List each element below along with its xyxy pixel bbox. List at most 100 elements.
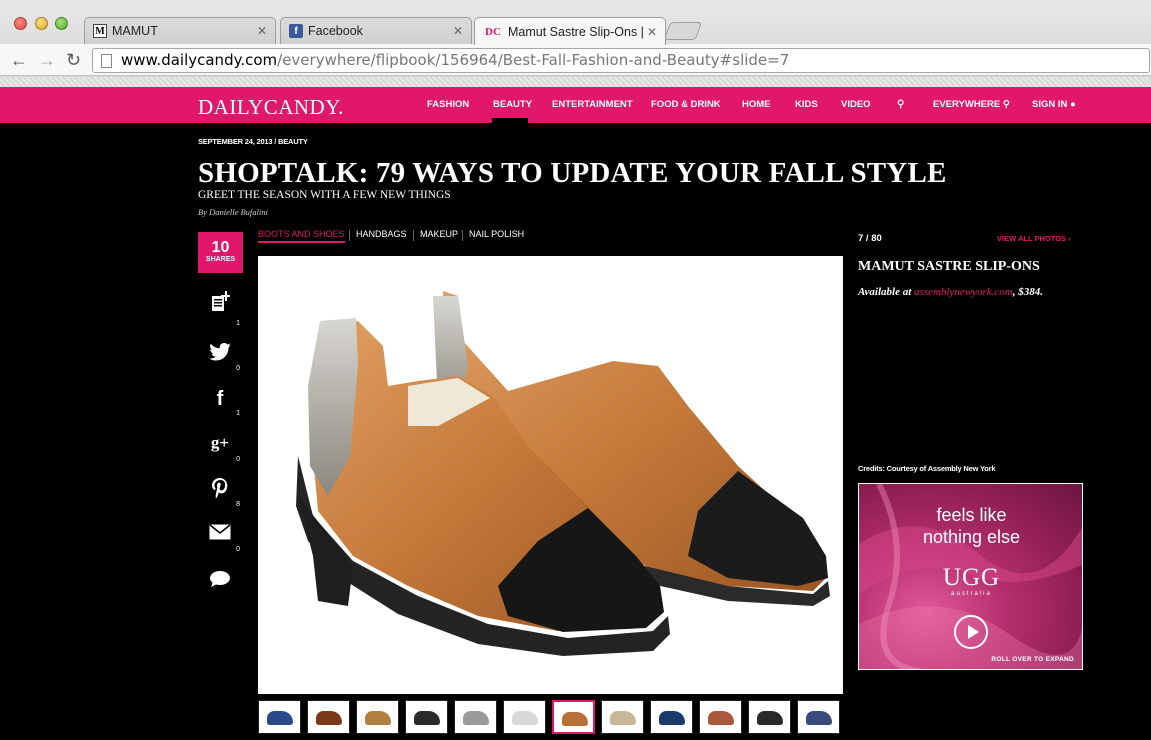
nav-sign-in-label: SIGN IN (1032, 99, 1068, 110)
thumbnail-shoe (365, 711, 391, 725)
tab-makeup[interactable]: MAKEUP (420, 229, 458, 239)
address-bar[interactable]: www.dailycandy.com/everywhere/flipbook/1… (92, 48, 1150, 73)
new-tab-button[interactable] (663, 22, 703, 40)
tab-label: Mamut Sastre Slip-Ons | Be (508, 24, 643, 39)
author-name[interactable]: Danielle Bufalini (209, 207, 268, 217)
thumbnail[interactable] (650, 700, 693, 734)
thumbnail[interactable] (601, 700, 644, 734)
thumbnail[interactable] (258, 700, 301, 734)
twitter-icon[interactable] (206, 342, 234, 365)
browser-tab-facebook[interactable]: f Facebook ✕ (280, 17, 472, 44)
back-arrow-icon[interactable]: ← (10, 50, 28, 70)
clipboard-add-icon[interactable] (206, 291, 234, 313)
view-all-label: VIEW ALL PHOTOS (997, 234, 1067, 243)
thumbnail[interactable] (552, 700, 595, 734)
thumbnail-shoe (806, 711, 832, 725)
share-count: 10 (211, 239, 230, 256)
nav-entertainment[interactable]: ENTERTAINMENT (552, 99, 633, 110)
item-availability: Available at assemblynewyork.com, $384. (858, 286, 1043, 298)
view-all-photos-link[interactable]: VIEW ALL PHOTOS › (997, 234, 1071, 243)
email-icon[interactable] (206, 524, 234, 546)
site-logo[interactable]: DAILYCANDY. (198, 95, 344, 120)
tab-handbags[interactable]: HANDBAGS (356, 229, 407, 239)
article-date: SEPTEMBER 24, 2013 (198, 137, 273, 146)
share-label: SHARES (205, 256, 236, 263)
price: , $384. (1012, 286, 1043, 298)
tab-close-icon[interactable]: ✕ (647, 25, 657, 39)
nav-home[interactable]: HOME (742, 99, 771, 110)
nav-sign-in[interactable]: SIGN IN ● (1032, 99, 1076, 110)
nav-video[interactable]: VIDEO (841, 99, 871, 110)
thumbnail[interactable] (356, 700, 399, 734)
comment-icon[interactable] (206, 570, 234, 592)
zoom-window-button[interactable] (55, 17, 68, 30)
thumbnail[interactable] (405, 700, 448, 734)
facebook-favicon-icon: f (289, 24, 303, 38)
minimize-window-button[interactable] (35, 17, 48, 30)
url-path: /everywhere/flipbook/156964/Best-Fall-Fa… (277, 51, 790, 69)
tab-separator (349, 230, 350, 241)
thumbnail[interactable] (503, 700, 546, 734)
tab-boots-and-shoes[interactable]: BOOTS AND SHOES (258, 229, 345, 243)
article-meta: SEPTEMBER 24, 2013 / BEAUTY (198, 137, 308, 146)
page-title: SHOPTALK: 79 WAYS TO UPDATE YOUR FALL ST… (198, 157, 947, 189)
pinterest-icon[interactable] (206, 478, 234, 500)
location-pin-icon: ⚲ (1002, 99, 1010, 110)
article-section[interactable]: BEAUTY (278, 137, 308, 146)
nav-everywhere-label: EVERYWHERE (933, 99, 1001, 110)
byline: By Danielle Bufalini (198, 207, 268, 217)
search-icon[interactable]: ⚲ (897, 99, 904, 110)
thumbnail-shoe (414, 711, 440, 725)
thumbnail[interactable] (307, 700, 350, 734)
reload-icon[interactable]: ↻ (66, 50, 81, 70)
byline-prefix: By (198, 207, 207, 217)
article-dek: GREET THE SEASON WITH A FEW NEW THINGS (198, 189, 451, 201)
ad-cta: ROLL OVER TO EXPAND (991, 656, 1074, 663)
page-icon (101, 54, 112, 68)
ugg-logo: UGG (942, 564, 1001, 591)
ad-headline-2: nothing else (922, 527, 1021, 547)
thumbnail-shoe (757, 711, 783, 725)
thumbnail-shoe (659, 711, 685, 725)
close-window-button[interactable] (14, 17, 27, 30)
tab-separator (413, 230, 414, 241)
pinterest-count: 8 (236, 501, 240, 508)
thumbnail[interactable] (699, 700, 742, 734)
facebook-icon[interactable]: f (206, 388, 234, 410)
nav-everywhere[interactable]: EVERYWHERE ⚲ (933, 99, 1010, 110)
thumbnail[interactable] (454, 700, 497, 734)
browser-toolbar: ← → ↻ www.dailycandy.com/everywhere/flip… (0, 44, 1151, 76)
google-plus-count: 0 (236, 456, 240, 463)
nav-beauty[interactable]: BEAUTY (493, 99, 532, 110)
nav-kids[interactable]: KIDS (795, 99, 818, 110)
tab-close-icon[interactable]: ✕ (257, 24, 267, 38)
email-count: 0 (236, 546, 240, 553)
nav-fashion[interactable]: FASHION (427, 99, 469, 110)
thumbnail-shoe (708, 711, 734, 725)
thumbnail-shoe (463, 711, 489, 725)
browser-tab-dailycandy[interactable]: DC Mamut Sastre Slip-Ons | Be ✕ (474, 17, 666, 45)
play-icon[interactable] (954, 615, 988, 649)
browser-tab-mamut[interactable]: M MAMUT ✕ (84, 17, 276, 44)
retailer-link[interactable]: assemblynewyork.com (914, 286, 1013, 298)
nav-food-drink[interactable]: FOOD & DRINK (651, 99, 721, 110)
available-prefix: Available at (858, 286, 912, 298)
facebook-count: 1 (236, 410, 240, 417)
ugg-advertisement[interactable]: feels like nothing else UGG australia RO… (858, 483, 1083, 670)
thumbnail-shoe (316, 711, 342, 725)
nav-active-indicator (492, 118, 528, 123)
forward-arrow-icon[interactable]: → (38, 50, 56, 70)
thumbnail-shoe (512, 711, 538, 725)
item-title: MAMUT SASTRE SLIP-ONS (858, 259, 1040, 274)
shoes-illustration (296, 291, 830, 656)
product-photo[interactable] (258, 256, 843, 694)
tab-nail-polish[interactable]: NAIL POLISH (469, 229, 524, 239)
thumbnail[interactable] (797, 700, 840, 734)
toolbar-divider (0, 77, 1151, 87)
dailycandy-favicon-icon: DC (485, 25, 501, 38)
tab-close-icon[interactable]: ✕ (453, 24, 463, 38)
google-plus-icon[interactable]: g+ (206, 433, 234, 455)
clipboard-count: 1 (236, 320, 240, 327)
thumbnail[interactable] (748, 700, 791, 734)
user-icon: ● (1070, 99, 1076, 110)
